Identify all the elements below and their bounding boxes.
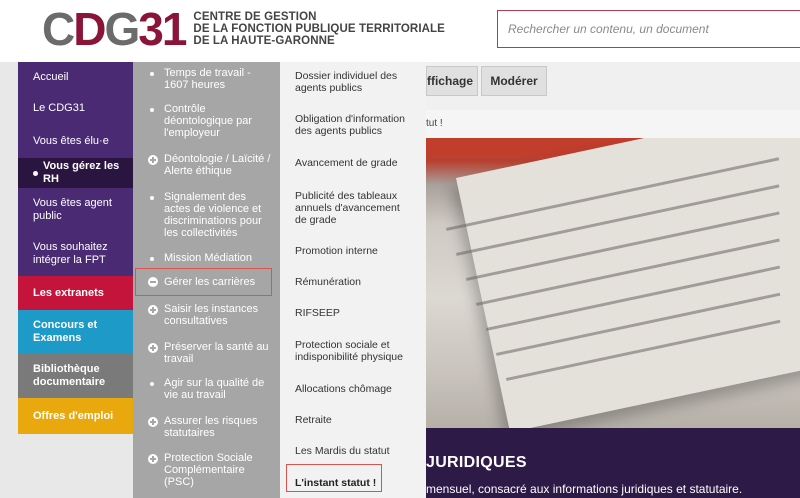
carrieres-item-chomage[interactable]: Allocations chômage bbox=[295, 383, 413, 395]
carrieres-item-mardis[interactable]: Les Mardis du statut bbox=[295, 445, 413, 457]
active-dot-icon bbox=[33, 170, 38, 176]
carrieres-item-promotion[interactable]: Promotion interne bbox=[295, 245, 413, 257]
band-title: JURIDIQUES bbox=[426, 454, 527, 471]
submenu-item-gerer-carrieres[interactable]: Gérer les carrières bbox=[133, 268, 280, 296]
submenu-item-mediation[interactable]: Mission Médiation bbox=[133, 252, 280, 266]
nav-item-rh-active[interactable]: Vous gérez les RH bbox=[18, 158, 143, 188]
submenu-item-signalement[interactable]: Signalement des actes de violence et dis… bbox=[133, 191, 280, 243]
nav-item-extranets[interactable]: Les extranets bbox=[18, 276, 133, 310]
search-box[interactable] bbox=[497, 10, 800, 48]
submenu-item-psc[interactable]: Protection Sociale Complémentaire (PSC) bbox=[133, 452, 280, 494]
submenu-item-controle-deontologique[interactable]: Contrôle déontologique par l'employeur bbox=[133, 103, 280, 143]
carrieres-item-rifseep[interactable]: RIFSEEP bbox=[295, 307, 413, 319]
nav-item-elu[interactable]: Vous êtes élu·e bbox=[18, 124, 133, 158]
logo-line-1: CENTRE DE GESTION bbox=[193, 11, 317, 23]
hero-image bbox=[426, 138, 800, 428]
nav-item-bibliotheque[interactable]: Bibliothèque documentaire bbox=[18, 354, 133, 398]
logo-line-2: DE LA FONCTION PUBLIQUE TERRITORIALE bbox=[193, 23, 445, 35]
carrieres-item-dossier[interactable]: Dossier individuel des agents publics bbox=[295, 70, 413, 94]
rh-submenu: Temps de travail - 1607 heures Contrôle … bbox=[133, 62, 280, 498]
bullet-icon bbox=[150, 72, 154, 76]
submenu-item-sante-travail[interactable]: Préserver la santé au travail bbox=[133, 341, 280, 369]
submenu-item-instances[interactable]: Saisir les instances consultatives bbox=[133, 303, 280, 331]
news-band: JURIDIQUES mensuel, consacré aux informa… bbox=[426, 428, 800, 498]
breadcrumb-text: tut ! bbox=[426, 118, 443, 129]
collapse-minus-icon bbox=[148, 277, 158, 287]
expand-plus-icon bbox=[148, 454, 158, 464]
nav-item-offres-emploi[interactable]: Offres d'emploi bbox=[18, 398, 133, 434]
submenu-item-deontologie[interactable]: Déontologie / Laïcité / Alerte éthique bbox=[133, 153, 280, 193]
submenu-item-risques-statutaires[interactable]: Assurer les risques statutaires bbox=[133, 415, 280, 443]
expand-plus-icon bbox=[148, 305, 158, 315]
search-input[interactable] bbox=[498, 11, 800, 47]
submenu-item-temps-travail[interactable]: Temps de travail - 1607 heures bbox=[133, 67, 280, 93]
tab-moderer[interactable]: Modérer bbox=[481, 66, 547, 96]
book-page bbox=[456, 138, 800, 428]
expand-plus-icon bbox=[148, 155, 158, 165]
nav-item-agent-public[interactable]: Vous êtes agent public bbox=[18, 188, 133, 232]
nav-item-concours[interactable]: Concours et Examens bbox=[18, 310, 133, 354]
bullet-icon bbox=[150, 257, 154, 261]
logo-text: CENTRE DE GESTION DE LA FONCTION PUBLIQU… bbox=[193, 11, 445, 47]
logo-mark: CDG31 bbox=[42, 3, 187, 55]
carrieres-item-instant-statut[interactable]: L'instant statut ! bbox=[295, 477, 413, 489]
carrieres-item-obligation[interactable]: Obligation d'information des agents publ… bbox=[295, 113, 413, 137]
band-subtitle: mensuel, consacré aux informations jurid… bbox=[426, 482, 743, 496]
cdg31-logo[interactable]: CDG31 CENTRE DE GESTION DE LA FONCTION P… bbox=[42, 6, 445, 52]
nav-item-accueil[interactable]: Accueil bbox=[18, 62, 133, 92]
main-nav: Accueil Le CDG31 Vous êtes élu·e Vous gé… bbox=[18, 62, 143, 434]
carrieres-submenu: Dossier individuel des agents publics Ob… bbox=[280, 62, 426, 498]
editor-tabs: ffichage Modérer bbox=[426, 62, 800, 98]
expand-plus-icon bbox=[148, 417, 158, 427]
site-header: CDG31 CENTRE DE GESTION DE LA FONCTION P… bbox=[0, 0, 800, 62]
nav-item-integrer-fpt[interactable]: Vous souhaitez intégrer la FPT bbox=[18, 232, 133, 276]
expand-plus-icon bbox=[148, 343, 158, 353]
bullet-icon bbox=[150, 382, 154, 386]
logo-line-3: DE LA HAUTE-GARONNE bbox=[193, 35, 335, 47]
breadcrumb-strip: tut ! bbox=[426, 110, 800, 138]
bullet-icon bbox=[150, 196, 154, 200]
tab-affichage[interactable]: ffichage bbox=[426, 66, 478, 96]
carrieres-item-protection-sociale[interactable]: Protection sociale et indisponibilité ph… bbox=[295, 339, 413, 363]
carrieres-item-retraite[interactable]: Retraite bbox=[295, 414, 413, 426]
submenu-item-qualite-vie[interactable]: Agir sur la qualité de vie au travail bbox=[133, 377, 280, 417]
bullet-icon bbox=[150, 108, 154, 112]
nav-item-le-cdg31[interactable]: Le CDG31 bbox=[18, 92, 133, 124]
carrieres-item-avancement[interactable]: Avancement de grade bbox=[295, 157, 413, 169]
carrieres-item-publicite[interactable]: Publicité des tableaux annuels d'avancem… bbox=[295, 190, 413, 226]
carrieres-item-remuneration[interactable]: Rémunération bbox=[295, 276, 413, 288]
